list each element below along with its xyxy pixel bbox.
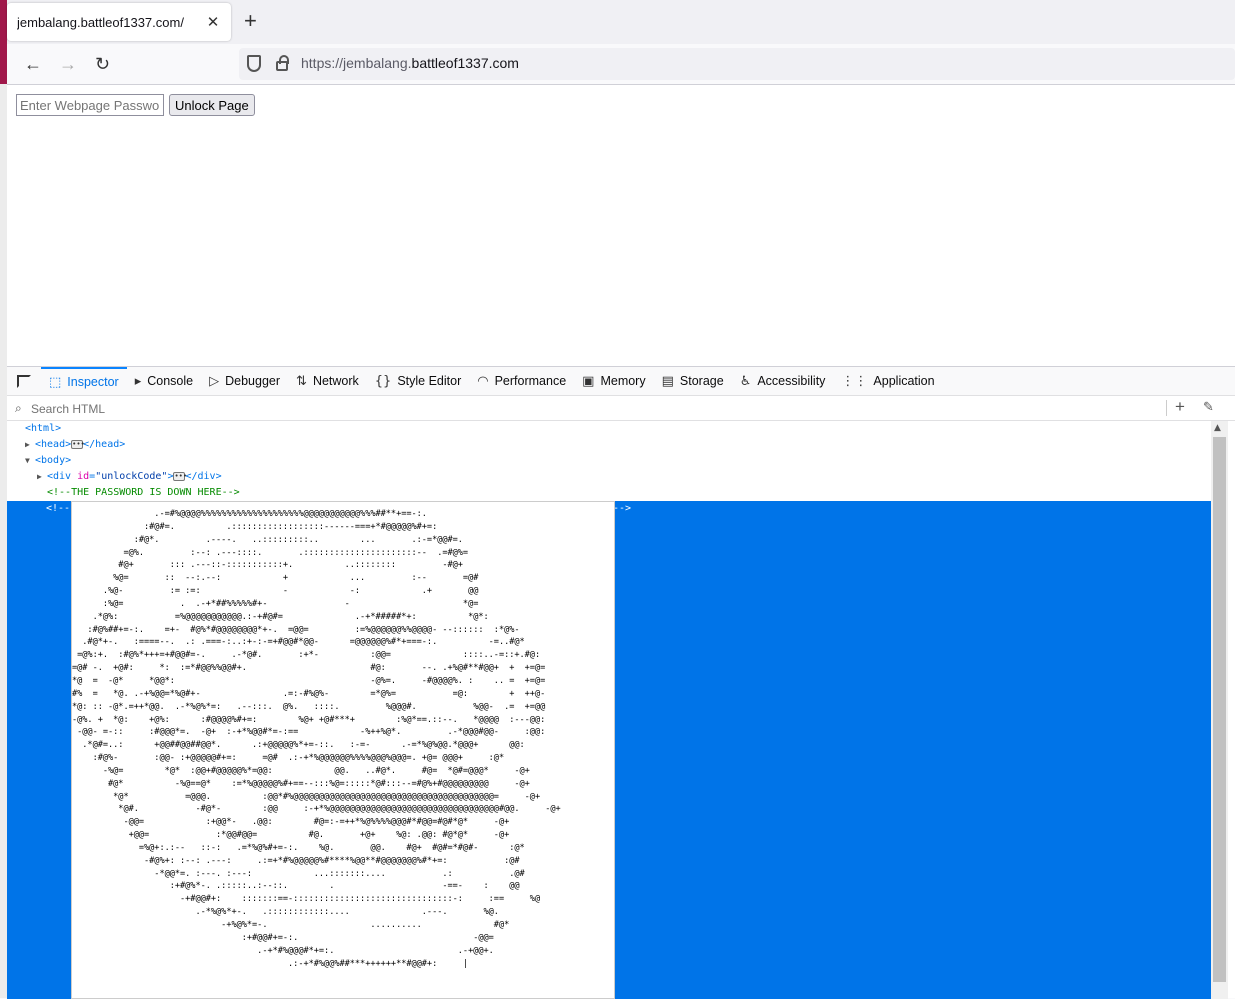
element-picker-icon[interactable] — [7, 367, 41, 396]
password-input[interactable] — [16, 94, 164, 116]
url-text[interactable]: https://jembalang.battleof1337.com — [301, 55, 519, 71]
url-bar[interactable]: https://jembalang.battleof1337.com — [239, 48, 1235, 80]
body-node[interactable]: ▼ <body> — [25, 453, 71, 469]
ascii-art-editor[interactable]: .-=#%@@@@%%%%%%%%%%%%%%%%%%%%@@@@@@@@@@@… — [71, 501, 615, 999]
tab-application[interactable]: ⋮⋮ Application — [833, 367, 942, 396]
toolbar-divider — [1166, 400, 1167, 416]
shield-icon[interactable] — [247, 55, 261, 72]
accessibility-icon: ♿ — [739, 373, 752, 389]
eyedropper-icon[interactable]: ✎ — [1203, 400, 1214, 415]
expand-triangle-icon[interactable]: ▶ — [25, 437, 35, 453]
nav-bar: ← → ↻ https://jembalang.battleof1337.com — [7, 44, 1235, 85]
comment-open-marker: <!-- — [46, 503, 71, 514]
new-tab-button[interactable]: + — [244, 10, 257, 32]
scroll-up-icon[interactable]: ▲ — [1214, 423, 1221, 433]
performance-icon: ◠ — [477, 373, 489, 389]
div-unlock-node[interactable]: ▶ <div id="unlockCode">•••</div> — [37, 469, 222, 485]
tab-performance[interactable]: ◠ Performance — [469, 367, 574, 396]
search-html-bar[interactable]: ⌕ Search HTML + ✎ — [7, 396, 1235, 421]
tab-console[interactable]: ▸ Console — [127, 367, 201, 396]
markup-scrollbar[interactable]: ▲ — [1211, 421, 1228, 999]
scrollbar-thumb[interactable] — [1213, 437, 1226, 982]
comment-node[interactable]: <!--THE PASSWORD IS DOWN HERE--> — [47, 485, 240, 501]
search-icon: ⌕ — [15, 401, 22, 415]
search-html-input[interactable]: Search HTML — [31, 402, 105, 416]
comment-close-marker: --> — [613, 503, 632, 514]
lock-icon[interactable] — [276, 55, 289, 71]
debugger-icon: ▷ — [209, 373, 220, 389]
devtools-toolbar: ⬚ Inspector ▸ Console ▷ Debugger ⇅ Network {… — [7, 366, 1235, 396]
html-node[interactable]: <html> — [25, 421, 61, 437]
network-icon: ⇅ — [296, 373, 307, 389]
console-icon: ▸ — [134, 373, 142, 389]
forward-arrow-icon[interactable]: → — [59, 54, 77, 74]
tab-storage[interactable]: ▤ Storage — [654, 367, 732, 396]
ascii-art-text[interactable]: .-=#%@@@@%%%%%%%%%%%%%%%%%%%%@@@@@@@@@@@… — [72, 508, 614, 970]
memory-icon: ▣ — [582, 373, 595, 389]
page-content: Unlock Page — [7, 85, 1235, 366]
tab-memory[interactable]: ▣ Memory — [574, 367, 653, 396]
expand-triangle-icon[interactable]: ▶ — [37, 469, 47, 485]
collapse-triangle-icon[interactable]: ▼ — [25, 453, 35, 469]
head-node[interactable]: ▶ <head>•••</head> — [25, 437, 125, 453]
tab-title: jembalang.battleof1337.com/ — [17, 14, 184, 30]
tab-inspector[interactable]: ⬚ Inspector — [41, 366, 127, 396]
tab-accessibility[interactable]: ♿ Accessibility — [732, 367, 834, 396]
window-edge — [0, 84, 7, 998]
tab-debugger[interactable]: ▷ Debugger — [201, 367, 288, 396]
add-node-icon[interactable]: + — [1175, 397, 1185, 417]
application-icon: ⋮⋮ — [841, 373, 868, 389]
tab-network[interactable]: ⇅ Network — [288, 367, 367, 396]
browser-tab[interactable]: jembalang.battleof1337.com/ ✕ — [7, 3, 231, 41]
window-accent — [0, 0, 7, 84]
close-icon[interactable]: ✕ — [205, 13, 221, 31]
unlock-page-button[interactable]: Unlock Page — [169, 94, 255, 116]
tab-style-editor[interactable]: {} Style Editor — [367, 367, 469, 396]
devtools-panel: ⬚ Inspector ▸ Console ▷ Debugger ⇅ Network {… — [7, 366, 1235, 999]
style-editor-icon: {} — [374, 373, 392, 389]
collapsed-ellipsis-icon[interactable]: ••• — [173, 471, 187, 481]
back-arrow-icon[interactable]: ← — [24, 54, 42, 74]
storage-icon: ▤ — [661, 373, 674, 389]
collapsed-ellipsis-icon[interactable]: ••• — [71, 439, 85, 449]
reload-icon[interactable]: ↻ — [95, 54, 110, 74]
inspector-icon: ⬚ — [49, 374, 62, 390]
markup-view: <html> ▶ <head>•••</head> ▼ <body> ▶ <div i… — [7, 421, 1211, 999]
